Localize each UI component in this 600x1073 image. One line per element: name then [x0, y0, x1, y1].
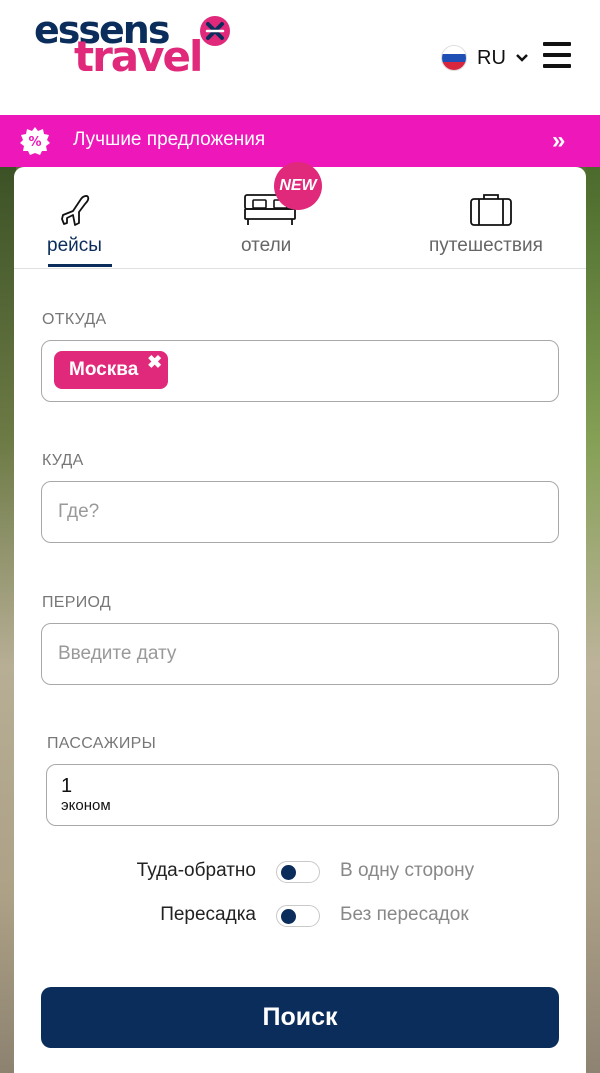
menu-icon[interactable] — [543, 42, 571, 68]
remove-city-icon[interactable]: ✖ — [147, 343, 162, 381]
best-offers-label: Лучшие предложения — [73, 129, 266, 150]
tab-trips-label: путешествия — [429, 235, 543, 256]
best-offers-bar[interactable]: % Лучшие предложения » — [0, 115, 600, 167]
one-way-label: В одну сторону — [340, 860, 475, 881]
direct-only-label: Без пересадок — [340, 904, 469, 925]
cabin-class: эконом — [61, 797, 111, 814]
period-field[interactable] — [41, 623, 559, 685]
tab-flights[interactable]: рейсы — [44, 167, 112, 269]
logo-text-bottom: travel — [74, 32, 203, 81]
tab-flights-label: рейсы — [47, 235, 102, 256]
tab-bar: рейсы отели NEW путешествия — [14, 162, 586, 269]
transfer-label: Пересадка — [160, 904, 256, 925]
header: essens travel RU — [0, 0, 600, 115]
suitcase-icon — [470, 194, 512, 226]
date-input[interactable] — [58, 624, 538, 684]
from-city-name: Москва — [69, 359, 139, 380]
transfer-row: Пересадка Без пересадок — [14, 904, 586, 928]
passengers-field[interactable]: 1 эконом — [46, 764, 559, 826]
chevron-down-icon — [516, 54, 528, 62]
language-code: RU — [477, 46, 506, 69]
transfer-toggle[interactable] — [276, 905, 320, 927]
tab-hotels-label: отели — [241, 235, 292, 256]
active-tab-indicator — [48, 264, 112, 267]
to-input[interactable] — [58, 482, 538, 542]
from-field[interactable]: Москва ✖ — [41, 340, 559, 402]
discount-badge-icon: % — [20, 127, 50, 155]
russian-flag-icon — [441, 45, 467, 71]
search-button[interactable]: Поиск — [41, 987, 559, 1048]
period-label: ПЕРИОД — [42, 594, 112, 611]
to-field[interactable] — [41, 481, 559, 543]
plane-icon — [61, 195, 90, 226]
trip-type-toggle[interactable] — [276, 861, 320, 883]
svg-text:%: % — [28, 135, 41, 150]
double-chevron-right-icon: » — [552, 127, 566, 154]
from-city-chip[interactable]: Москва ✖ — [54, 351, 169, 389]
from-label: ОТКУДА — [42, 311, 107, 328]
search-card: рейсы отели NEW путешествия ОТКУДА Москв… — [14, 162, 586, 1073]
logo-plane-icon — [200, 16, 230, 46]
logo[interactable]: essens travel — [34, 10, 234, 80]
passengers-label: ПАССАЖИРЫ — [47, 735, 157, 752]
to-label: КУДА — [42, 452, 84, 469]
new-badge: NEW — [274, 162, 322, 210]
trip-type-row: Туда-обратно В одну сторону — [14, 860, 586, 884]
tab-trips[interactable]: путешествия — [426, 167, 554, 269]
language-selector[interactable]: RU — [441, 44, 528, 72]
round-trip-label: Туда-обратно — [136, 860, 256, 881]
passenger-count: 1 — [61, 775, 73, 797]
